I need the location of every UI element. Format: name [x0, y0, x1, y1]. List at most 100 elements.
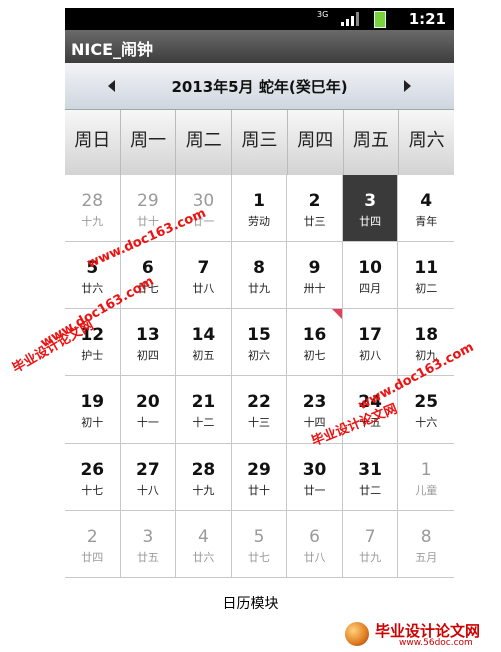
lunar-date: 廿四 [359, 215, 382, 228]
calendar-day[interactable]: 22 十三 [231, 376, 288, 444]
day-number: 1 [253, 191, 265, 211]
calendar-day[interactable]: 31 廿二 [342, 443, 399, 511]
calendar-day[interactable]: 28 十九 [65, 175, 121, 243]
lunar-date: 十七 [81, 483, 104, 497]
status-time: 1:21 [408, 10, 446, 28]
lunar-date: 十九 [81, 215, 104, 228]
lunar-date: 廿十 [247, 483, 270, 497]
weekday-header: 周日 周一 周二 周三 周四 周五 周六 [65, 110, 454, 175]
site-logo: 毕业设计论文网 www.56doc.com [335, 618, 500, 650]
day-number: 5 [253, 526, 265, 547]
calendar-day[interactable]: 15 初六 [231, 309, 288, 377]
day-number: 1 [420, 459, 432, 480]
calendar-day[interactable]: 2 廿三 [287, 175, 343, 243]
day-number: 29 [137, 191, 159, 211]
day-number: 4 [198, 526, 209, 547]
app-title-bar: NICE_闹钟 [65, 30, 454, 63]
lunar-date: 廿一 [303, 483, 326, 497]
logo-ball-icon [345, 622, 369, 646]
weekday-label: 周日 [65, 110, 121, 175]
calendar-day[interactable]: 8 五月 [398, 511, 454, 578]
lunar-date: 青年 [415, 215, 438, 228]
lunar-date: 廿四 [81, 550, 104, 564]
logo-url: www.56doc.com [399, 638, 473, 648]
calendar-day[interactable]: 13 初四 [120, 309, 177, 377]
weekday-label: 周五 [344, 110, 400, 175]
calendar-day[interactable]: 20 十一 [120, 376, 177, 444]
day-number: 7 [364, 526, 376, 547]
day-number: 14 [191, 325, 216, 346]
app-title: NICE_闹钟 [71, 40, 154, 59]
lunar-date: 初十 [81, 416, 104, 430]
lunar-date: 五月 [415, 550, 438, 564]
calendar-day[interactable]: 26 十七 [65, 443, 121, 511]
lunar-date: 廿九 [247, 282, 270, 296]
day-number: 28 [191, 459, 216, 480]
event-marker-icon [331, 309, 342, 320]
calendar-day[interactable]: 28 十九 [176, 443, 232, 511]
calendar-day[interactable]: 11 初二 [398, 242, 454, 310]
day-number: 19 [80, 392, 105, 413]
calendar-day[interactable]: 30 廿一 [287, 443, 343, 511]
lunar-date: 廿八 [303, 550, 326, 564]
lunar-date: 十九 [192, 483, 215, 497]
calendar-day[interactable]: 3 廿五 [120, 510, 177, 578]
lunar-date: 初二 [415, 282, 438, 296]
calendar-day[interactable]: 29 廿十 [231, 443, 288, 511]
lunar-date: 初八 [359, 349, 382, 363]
lunar-date: 劳动 [247, 215, 270, 228]
calendar-day[interactable]: 7 廿九 [342, 510, 399, 578]
day-number: 3 [142, 526, 154, 547]
calendar-day[interactable]: 5 廿七 [231, 510, 288, 578]
next-month-arrow-icon[interactable] [398, 77, 416, 95]
calendar-day[interactable]: 17 初八 [342, 309, 399, 377]
calendar-day[interactable]: 16 初七 [287, 309, 343, 377]
day-number: 8 [253, 258, 265, 279]
weekday-label: 周三 [232, 110, 288, 175]
calendar-day[interactable]: 2 廿四 [65, 510, 121, 578]
day-number: 20 [136, 392, 160, 413]
lunar-date: 十六 [415, 416, 438, 430]
day-number: 9 [308, 258, 321, 279]
lunar-date: 护士 [81, 349, 104, 363]
day-number: 29 [247, 459, 271, 480]
day-number: 10 [358, 258, 382, 279]
lunar-date: 初四 [136, 349, 159, 363]
lunar-date: 廿六 [192, 550, 215, 564]
calendar-day[interactable]: 8 廿九 [231, 242, 288, 310]
lunar-date: 四月 [359, 282, 382, 296]
lunar-date: 廿八 [192, 282, 215, 296]
calendar-day[interactable]: 1 儿童 [398, 444, 454, 511]
day-number: 31 [358, 459, 382, 480]
calendar-day[interactable]: 9 卅十 [287, 242, 343, 310]
lunar-date: 廿三 [303, 215, 326, 228]
day-number: 8 [420, 526, 432, 547]
calendar-day[interactable]: 4 青年 [398, 175, 454, 243]
calendar-day[interactable]: 19 初十 [65, 376, 121, 444]
day-number: 7 [197, 258, 210, 279]
lunar-date: 廿七 [247, 550, 270, 564]
day-number: 6 [309, 526, 320, 547]
day-number: 15 [247, 325, 271, 346]
day-number: 25 [414, 392, 439, 413]
calendar-day[interactable]: 4 廿六 [176, 510, 232, 578]
day-number: 23 [302, 392, 327, 413]
month-navigation: 2013年5月 蛇年(癸巳年) [65, 63, 454, 110]
day-number: 4 [420, 191, 433, 211]
day-number: 30 [302, 459, 327, 480]
calendar-day-selected[interactable]: 3 廿四 [342, 175, 399, 243]
calendar-day[interactable]: 10 四月 [342, 242, 399, 310]
calendar-day[interactable]: 27 十八 [120, 443, 177, 511]
calendar-day[interactable]: 6 廿八 [287, 510, 343, 578]
calendar-grid: 28 十九 29 廿十 30 廿一 1 劳动 2 廿三 3 廿四 4 青年 5 廿六 6 廿七 7 廿八 8 廿九 9 卅十 1… [65, 175, 454, 578]
calendar-day[interactable]: 21 十二 [176, 376, 232, 444]
weekday-label: 周六 [408, 130, 445, 151]
calendar-day[interactable]: 7 廿八 [176, 242, 232, 310]
calendar-day[interactable]: 1 劳动 [231, 175, 288, 243]
calendar-day[interactable]: 14 初五 [176, 309, 232, 377]
weekday-label: 周一 [121, 110, 177, 175]
battery-icon [374, 11, 386, 28]
network-type: 3G [317, 10, 329, 19]
day-number: 28 [81, 191, 104, 211]
day-number: 21 [191, 392, 216, 413]
